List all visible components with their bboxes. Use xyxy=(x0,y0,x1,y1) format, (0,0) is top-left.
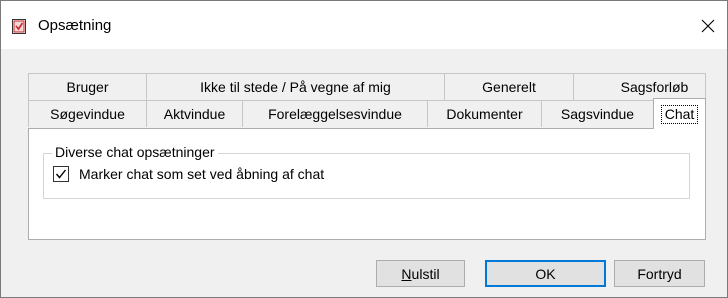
cancel-button[interactable]: Fortryd xyxy=(614,260,705,287)
tab-label: Aktvindue xyxy=(163,106,226,122)
checkmark-icon xyxy=(55,169,67,179)
tab-label: Ikke til stede / På vegne af mig xyxy=(200,79,391,95)
tab-label: Chat xyxy=(660,104,699,124)
title-bar[interactable]: Opsætning xyxy=(1,1,727,49)
chat-settings-group: Diverse chat opsætninger Marker chat som… xyxy=(43,144,690,199)
cancel-label: Fortryd xyxy=(637,265,682,282)
tab-label: Dokumenter xyxy=(446,106,523,122)
tab-label: Forelæggelsesvindue xyxy=(268,106,402,122)
tab-aktvindue[interactable]: Aktvindue xyxy=(146,100,243,127)
group-title: Diverse chat opsætninger xyxy=(52,144,218,160)
tab-dokumenter[interactable]: Dokumenter xyxy=(427,100,542,127)
tab-ikke-til-stede[interactable]: Ikke til stede / På vegne af mig xyxy=(146,73,445,100)
tab-soegevindue[interactable]: Søgevindue xyxy=(28,100,147,127)
tab-bruger[interactable]: Bruger xyxy=(28,73,147,100)
reset-label: ulstil xyxy=(411,265,440,282)
tab-label: Sagsforløb xyxy=(620,79,689,95)
tab-label: Bruger xyxy=(66,79,109,95)
tab-chat[interactable]: Chat xyxy=(653,98,706,129)
tab-sagsvindue[interactable]: Sagsvindue xyxy=(541,100,654,127)
window-title: Opsætning xyxy=(38,17,112,34)
tab-label: Generelt xyxy=(482,79,536,95)
tab-generelt[interactable]: Generelt xyxy=(444,73,574,100)
tab-sagsforloeb[interactable]: Sagsforløb xyxy=(573,73,706,100)
reset-mnemonic: N xyxy=(401,265,412,282)
tab-label: Søgevindue xyxy=(50,106,125,122)
close-button[interactable] xyxy=(693,11,723,41)
mark-chat-seen-label[interactable]: Marker chat som set ved åbning af chat xyxy=(79,166,324,182)
tab-panel-chat: Diverse chat opsætninger Marker chat som… xyxy=(28,128,706,240)
close-icon xyxy=(701,19,715,33)
settings-dialog: Opsætning Bruger Ikke til stede / På veg… xyxy=(0,0,728,298)
ok-label: OK xyxy=(535,265,556,282)
settings-app-icon xyxy=(12,19,26,34)
reset-button[interactable]: Nulstil xyxy=(376,260,465,287)
ok-button[interactable]: OK xyxy=(485,260,606,287)
tab-label: Sagsvindue xyxy=(560,106,635,122)
tab-forelaeggelsesvindue[interactable]: Forelæggelsesvindue xyxy=(242,100,428,127)
mark-chat-seen-checkbox[interactable] xyxy=(53,166,69,182)
